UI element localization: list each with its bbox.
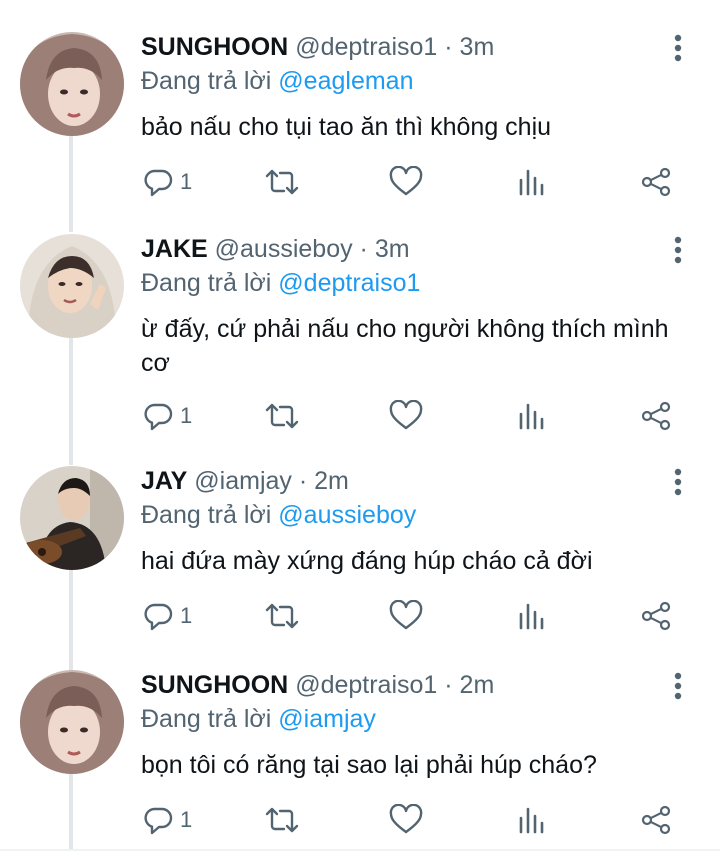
reply-icon — [144, 807, 173, 835]
display-name[interactable]: SUNGHOON — [141, 33, 288, 61]
views-button[interactable] — [518, 398, 546, 434]
avatar[interactable] — [20, 234, 124, 338]
display-name[interactable]: JAKE — [141, 235, 208, 263]
reply-icon — [144, 169, 173, 197]
replying-to-label: Đang trả lời — [141, 269, 272, 297]
like-button[interactable] — [389, 598, 423, 634]
tweet[interactable]: SUNGHOON @deptraiso1 · 3m Đang trả lời @… — [0, 32, 720, 212]
tweet-actions: 1 — [0, 598, 720, 634]
handle[interactable]: @aussieboy — [215, 235, 353, 263]
tweet-header: JAY @iamjay · 2m — [141, 466, 349, 496]
handle[interactable]: @deptraiso1 — [295, 671, 437, 699]
tweet-text: ừ đấy, cứ phải nấu cho người không thích… — [141, 315, 669, 377]
like-button[interactable] — [389, 164, 423, 200]
tweet-header: SUNGHOON @deptraiso1 · 3m — [141, 32, 494, 62]
tweet-actions: 1 — [0, 802, 720, 838]
retweet-icon — [265, 403, 299, 429]
replying-to: Đang trả lời @deptraiso1 — [141, 268, 420, 298]
reply-button[interactable]: 1 — [142, 802, 192, 838]
avatar[interactable] — [20, 466, 124, 570]
share-button[interactable] — [640, 802, 672, 838]
replying-to-label: Đang trả lời — [141, 705, 272, 733]
share-button[interactable] — [640, 598, 672, 634]
avatar[interactable] — [20, 32, 124, 136]
mention-link[interactable]: @eagleman — [278, 67, 413, 95]
display-name[interactable]: JAY — [141, 467, 187, 495]
retweet-icon — [265, 603, 299, 629]
reply-count: 1 — [180, 169, 193, 194]
replying-to-label: Đang trả lời — [141, 67, 272, 95]
reply-count: 1 — [180, 403, 193, 428]
more-vertical-icon[interactable] — [670, 672, 686, 700]
share-icon — [641, 805, 671, 835]
tweet-header: JAKE @aussieboy · 3m — [141, 234, 410, 264]
tweet[interactable]: JAKE @aussieboy · 3m Đang trả lời @deptr… — [0, 234, 720, 444]
reply-count: 1 — [180, 807, 193, 832]
views-button[interactable] — [518, 802, 546, 838]
timestamp[interactable]: · 3m — [360, 235, 410, 263]
more-vertical-icon[interactable] — [670, 34, 686, 62]
tweet[interactable]: SUNGHOON @deptraiso1 · 2m Đang trả lời @… — [0, 670, 720, 850]
heart-icon — [389, 166, 423, 196]
tweet-text: hai đứa mày xứng đáng húp cháo cả đời — [141, 547, 593, 575]
like-button[interactable] — [389, 398, 423, 434]
retweet-button[interactable] — [264, 398, 300, 434]
retweet-icon — [265, 169, 299, 195]
mention-link[interactable]: @aussieboy — [278, 501, 416, 529]
timestamp[interactable]: · 2m — [444, 671, 494, 699]
heart-icon — [389, 400, 423, 430]
mention-link[interactable]: @iamjay — [278, 705, 376, 733]
tweet[interactable]: JAY @iamjay · 2m Đang trả lời @aussieboy… — [0, 466, 720, 646]
share-icon — [641, 167, 671, 197]
display-name[interactable]: SUNGHOON — [141, 671, 288, 699]
heart-icon — [389, 804, 423, 834]
reply-button[interactable]: 1 — [142, 598, 192, 634]
handle[interactable]: @iamjay — [194, 467, 292, 495]
retweet-button[interactable] — [264, 164, 300, 200]
reply-icon — [144, 603, 173, 631]
retweet-button[interactable] — [264, 802, 300, 838]
tweet-header: SUNGHOON @deptraiso1 · 2m — [141, 670, 494, 700]
mention-link[interactable]: @deptraiso1 — [278, 269, 420, 297]
reply-button[interactable]: 1 — [142, 398, 192, 434]
retweet-icon — [265, 807, 299, 833]
like-button[interactable] — [389, 802, 423, 838]
heart-icon — [389, 600, 423, 630]
retweet-button[interactable] — [264, 598, 300, 634]
handle[interactable]: @deptraiso1 — [295, 33, 437, 61]
share-button[interactable] — [640, 164, 672, 200]
timestamp[interactable]: · 2m — [299, 467, 349, 495]
views-button[interactable] — [518, 598, 546, 634]
analytics-icon — [519, 603, 544, 630]
avatar[interactable] — [20, 670, 124, 774]
timestamp[interactable]: · 3m — [444, 33, 494, 61]
share-button[interactable] — [640, 398, 672, 434]
share-icon — [641, 401, 671, 431]
tweet-actions: 1 — [0, 398, 720, 434]
reply-button[interactable]: 1 — [142, 164, 192, 200]
tweet-text: bọn tôi có răng tại sao lại phải húp chá… — [141, 751, 597, 779]
replying-to: Đang trả lời @aussieboy — [141, 500, 416, 530]
replying-to: Đang trả lời @eagleman — [141, 66, 413, 96]
more-vertical-icon[interactable] — [670, 236, 686, 264]
analytics-icon — [519, 169, 544, 196]
replying-to-label: Đang trả lời — [141, 501, 272, 529]
tweet-actions: 1 — [0, 164, 720, 200]
share-icon — [641, 601, 671, 631]
analytics-icon — [519, 403, 544, 430]
views-button[interactable] — [518, 164, 546, 200]
tweet-text: bảo nấu cho tụi tao ăn thì không chịu — [141, 113, 552, 141]
more-vertical-icon[interactable] — [670, 468, 686, 496]
reply-icon — [144, 403, 173, 431]
replying-to: Đang trả lời @iamjay — [141, 704, 376, 734]
reply-count: 1 — [180, 603, 193, 628]
analytics-icon — [519, 807, 544, 834]
